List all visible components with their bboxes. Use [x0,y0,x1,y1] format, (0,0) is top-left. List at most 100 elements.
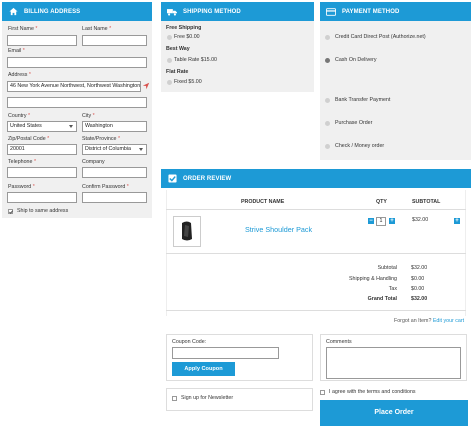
coupon-input[interactable] [172,347,279,359]
row-divider [166,253,466,254]
country-label: Country * [8,113,31,119]
payment-panel: PAYMENT METHOD Credit Card Direct Post (… [320,2,471,160]
tax-label: Tax [388,286,397,292]
payment-radio-check-money-order[interactable] [325,144,330,149]
shipping-option-label: Free $0.00 [174,34,200,40]
last-name-label: Last Name * [82,26,112,32]
payment-option-label: Check / Money order [335,143,385,149]
password-field[interactable] [7,192,77,203]
shipping-group-name: Free Shipping [166,25,202,31]
header-divider [166,209,466,210]
shipping-radio-flat-rate[interactable] [167,80,172,85]
shipping-radio-free[interactable] [167,35,172,40]
payment-title: PAYMENT METHOD [342,8,400,15]
payment-option-label: Purchase Order [335,120,373,126]
state-select[interactable]: District of Columbia [82,144,147,155]
zip-label: Zip/Postal Code * [8,136,50,142]
newsletter-box: Sign up for Newsletter [166,388,313,411]
country-select[interactable]: United States [7,121,77,132]
newsletter-label: Sign up for Newsletter [181,395,234,401]
product-image [173,216,201,247]
shipping-panel: SHIPPING METHOD Free Shipping Free $0.00… [161,2,314,92]
billing-header: BILLING ADDRESS [2,2,152,21]
confirm-password-label: Confirm Password * [82,184,129,190]
shipping-radio-best-way[interactable] [167,58,172,63]
apply-coupon-button[interactable]: Apply Coupon [172,362,235,376]
ship-same-checkbox[interactable] [8,209,13,214]
telephone-field[interactable] [7,167,77,178]
email-field[interactable] [7,57,147,68]
comments-box: Comments [320,334,467,381]
payment-option-label: Bank Transfer Payment [335,97,391,103]
edit-cart-link[interactable]: Edit your cart [433,318,464,324]
col-product-name: PRODUCT NAME [241,199,285,205]
qty-plus-button[interactable]: + [389,218,395,224]
home-icon [8,7,18,17]
grand-total-label: Grand Total [367,296,397,302]
shipping-handling-label: Shipping & Handling [348,276,397,282]
city-label: City * [82,113,95,119]
address-label: Address * [8,72,31,78]
address-field[interactable]: 46 New York Avenue Northwest, Northwest … [7,81,141,92]
order-review-header: ORDER REVIEW [161,169,471,188]
newsletter-checkbox[interactable] [172,396,177,401]
subtotal-value: $32.00 [411,265,428,271]
qty-minus-button[interactable]: − [368,218,374,224]
state-label: State/Province * [82,136,120,142]
last-name-field[interactable] [82,35,147,46]
shipping-handling-value: $0.00 [411,276,425,282]
company-label: Company [82,159,105,165]
shipping-option-label: Table Rate $15.00 [174,57,217,63]
shipping-group-name: Best Way [166,46,190,52]
product-subtotal: $32.00 [412,217,429,223]
col-qty: QTY [376,199,387,205]
payment-option-label: Cash On Delivery [335,57,377,63]
forgot-item-text: Forgot an Item? [394,318,432,324]
grand-total-value: $32.00 [411,296,428,302]
product-name-link[interactable]: Strive Shoulder Pack [245,225,312,234]
qty-input[interactable]: 1 [376,217,386,226]
payment-radio-cash-on-delivery[interactable] [325,58,330,63]
password-label: Password * [8,184,35,190]
address-line-2-field[interactable] [7,97,147,108]
forgot-item-line: Forgot an Item? Edit your cart [394,318,464,324]
payment-body [320,21,471,160]
tax-value: $0.00 [411,286,425,292]
shipping-group-name: Flat Rate [166,69,189,75]
subtotal-label: Subtotal [377,265,397,271]
company-field[interactable] [82,167,147,178]
ship-same-label: Ship to same address [17,208,69,214]
billing-panel: BILLING ADDRESS First Name * Last Name *… [2,2,152,218]
first-name-label: First Name * [8,26,38,32]
terms-label: I agree with the terms and conditions [329,389,416,395]
terms-checkbox[interactable] [320,390,325,395]
payment-option-label: Credit Card Direct Post (Authorize.net) [335,34,426,40]
payment-header: PAYMENT METHOD [320,2,471,21]
credit-card-icon [326,7,336,17]
totals-divider [166,310,466,311]
email-label: Email * [8,48,25,54]
location-arrow-icon[interactable] [142,82,150,90]
shipping-title: SHIPPING METHOD [183,8,241,15]
comments-label: Comments [326,339,352,345]
telephone-label: Telephone * [8,159,36,165]
first-name-field[interactable] [7,35,77,46]
payment-radio-credit-card[interactable] [325,35,330,40]
checkbox-checked-icon [167,174,177,184]
coupon-label: Coupon Code: [172,339,207,345]
city-field[interactable]: Washington [82,121,147,132]
confirm-password-field[interactable] [82,192,147,203]
col-subtotal: SUBTOTAL [412,199,441,205]
truck-icon [167,7,177,17]
payment-radio-purchase-order[interactable] [325,121,330,126]
shipping-header: SHIPPING METHOD [161,2,314,21]
payment-radio-bank-transfer[interactable] [325,98,330,103]
comments-textarea[interactable] [326,347,461,379]
shoulder-pack-icon [182,221,192,241]
remove-item-button[interactable]: + [454,218,460,224]
order-review-panel: ORDER REVIEW PRODUCT NAME QTY SUBTOTAL S… [161,169,471,316]
place-order-button[interactable]: Place Order [320,400,468,426]
zip-field[interactable]: 20001 [7,144,77,155]
coupon-box: Coupon Code: Apply Coupon [166,334,313,381]
shipping-option-label: Fixed $5.00 [174,79,202,85]
